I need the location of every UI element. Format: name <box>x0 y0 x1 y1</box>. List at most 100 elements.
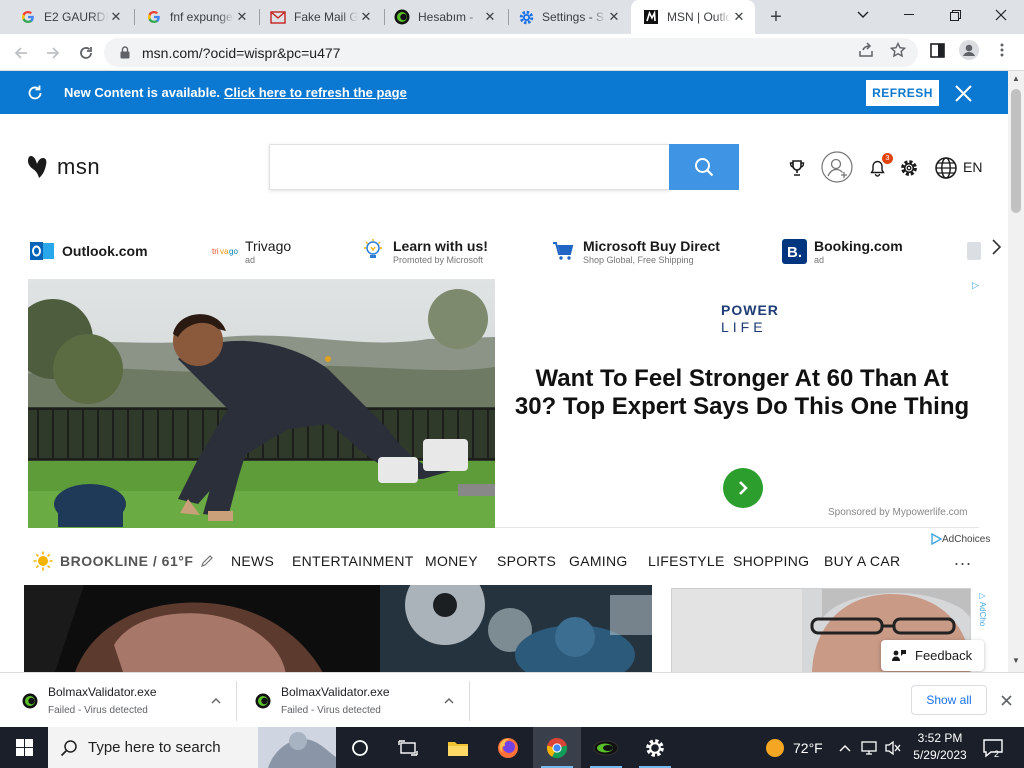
back-arrow-icon[interactable] <box>8 40 34 66</box>
quicklinks-next-chevron-icon[interactable] <box>988 237 1004 257</box>
scroll-down-icon[interactable]: ▼ <box>1012 657 1020 665</box>
adchoices-icon <box>931 533 942 545</box>
quicklink-trivago[interactable]: tri va go Trivago ad <box>212 231 291 271</box>
download-item[interactable]: BolmaxValidator.exe Failed - Virus detec… <box>255 673 457 728</box>
tab-fake-mail[interactable]: Fake Mail Gen ✕ <box>258 0 382 34</box>
windows-start-button[interactable] <box>0 727 48 768</box>
nav-gaming[interactable]: GAMING <box>569 553 628 569</box>
quicklink-sub: Shop Global, Free Shipping <box>583 254 694 265</box>
tab-search-chevron-icon[interactable] <box>840 0 886 30</box>
quicklink-buy-direct[interactable]: Microsoft Buy Direct Shop Global, Free S… <box>550 231 720 271</box>
ad-sponsor[interactable]: Sponsored by Mypowerlife.com <box>828 507 968 518</box>
cortana-icon[interactable] <box>336 727 384 768</box>
logo-text: msn <box>57 154 101 179</box>
tab-hesabim[interactable]: Hesabım - ✕ <box>382 0 506 34</box>
ad-headline[interactable]: Want To Feel Stronger At 60 Than At 30? … <box>512 365 972 421</box>
nav-sports[interactable]: SPORTS <box>497 553 556 569</box>
sign-in-avatar-icon[interactable] <box>821 151 853 183</box>
refresh-button[interactable]: REFRESH <box>866 80 939 106</box>
close-banner-icon[interactable] <box>950 80 976 106</box>
tray-overflow-chevron-icon[interactable] <box>839 727 851 768</box>
feedback-button[interactable]: Feedback <box>881 640 984 671</box>
bolmax-taskbar-icon[interactable] <box>582 727 630 768</box>
tray-temperature: 72°F <box>793 739 823 756</box>
banner-refresh-link[interactable]: Click here to refresh the page <box>224 85 407 100</box>
new-tab-button[interactable]: + <box>764 5 788 29</box>
chevron-up-icon[interactable] <box>441 693 457 709</box>
nav-lifestyle[interactable]: LIFESTYLE <box>648 553 725 569</box>
task-view-icon[interactable] <box>384 727 432 768</box>
lock-icon[interactable] <box>118 46 132 60</box>
adchoices-link[interactable]: AdChoices <box>930 533 990 545</box>
nav-news[interactable]: NEWS <box>231 553 274 569</box>
taskbar-search-placeholder: Type here to search <box>88 739 221 756</box>
search-highlight-illustration <box>258 727 336 768</box>
weather-sun-icon <box>766 738 784 757</box>
quicklink-booking[interactable]: B. Booking.com ad <box>781 231 903 271</box>
weather-tray[interactable]: 72°F <box>765 727 823 768</box>
tab-fnf-expunged[interactable]: fnf expunged ✕ <box>134 0 258 34</box>
share-icon[interactable] <box>856 40 876 60</box>
msn-logo[interactable]: msn <box>27 150 100 184</box>
tab-close-icon[interactable]: ✕ <box>731 9 747 25</box>
action-center-icon[interactable]: 2 <box>980 735 1006 761</box>
tab-settings[interactable]: Settings - S ✕ <box>506 0 630 34</box>
ad-banner[interactable]: ▷ POWER LIFE Want To Feel Stronger At 60… <box>28 279 979 528</box>
globe-icon[interactable] <box>934 156 958 180</box>
language-selector[interactable]: EN <box>963 159 982 175</box>
nav-entertainment[interactable]: ENTERTAINMENT <box>292 553 414 569</box>
kebab-menu-icon[interactable] <box>992 40 1012 60</box>
volume-muted-icon[interactable] <box>884 727 902 768</box>
news-card-image <box>380 585 652 672</box>
minimize-button[interactable] <box>886 0 932 30</box>
close-window-button[interactable] <box>978 0 1024 30</box>
quicklink-sub: Promoted by Microsoft <box>393 254 484 265</box>
pencil-icon[interactable] <box>200 554 214 568</box>
download-item[interactable]: BolmaxValidator.exe Failed - Virus detec… <box>22 673 224 728</box>
nav-shopping[interactable]: SHOPPING <box>733 553 809 569</box>
rewards-trophy-icon[interactable] <box>786 157 808 179</box>
tab-close-icon[interactable]: ✕ <box>606 9 622 25</box>
profile-avatar-icon[interactable] <box>959 40 979 60</box>
weather-widget[interactable]: BROOKLINE / 61°F <box>33 551 214 571</box>
tab-e2-gaurdian[interactable]: E2 GAURDIAN ✕ <box>8 0 132 34</box>
reload-icon[interactable] <box>73 40 99 66</box>
close-shelf-icon[interactable] <box>996 690 1016 710</box>
nav-more-button[interactable]: ... <box>954 549 972 570</box>
search-button[interactable] <box>669 144 739 190</box>
show-all-downloads-button[interactable]: Show all <box>911 685 987 715</box>
scroll-up-icon[interactable]: ▲ <box>1012 75 1020 83</box>
quicklink-label: Microsoft Buy Direct <box>583 237 720 254</box>
tab-close-icon[interactable]: ✕ <box>234 9 250 25</box>
tab-close-icon[interactable]: ✕ <box>108 9 124 25</box>
scrollbar-thumb[interactable] <box>1011 89 1021 213</box>
file-explorer-icon[interactable] <box>434 727 482 768</box>
side-panel-icon[interactable] <box>927 40 947 60</box>
bookmark-star-icon[interactable] <box>888 40 908 60</box>
ad-cta-button[interactable] <box>723 468 763 508</box>
settings-taskbar-icon[interactable] <box>631 727 679 768</box>
quicklink-outlook[interactable]: Outlook.com <box>29 231 148 271</box>
firefox-icon[interactable] <box>484 727 532 768</box>
ad-photo[interactable] <box>28 279 495 528</box>
forward-arrow-icon[interactable] <box>40 40 66 66</box>
page-scrollbar[interactable]: ▲ ▼ <box>1008 71 1024 672</box>
news-card-medium[interactable] <box>380 585 652 672</box>
settings-gear-icon[interactable] <box>899 158 919 178</box>
tab-msn[interactable]: MSN | Outlook ✕ <box>631 0 755 34</box>
quicklink-learn[interactable]: Learn with us! Promoted by Microsoft <box>360 231 488 271</box>
nav-money[interactable]: MONEY <box>425 553 478 569</box>
address-bar[interactable]: msn.com/?ocid=wispr&pc=u477 <box>104 38 918 67</box>
restore-button[interactable] <box>932 0 978 30</box>
network-icon[interactable] <box>861 727 879 768</box>
search-input[interactable] <box>269 144 669 190</box>
tab-close-icon[interactable]: ✕ <box>482 9 498 25</box>
tab-close-icon[interactable]: ✕ <box>358 9 374 25</box>
taskbar-clock[interactable]: 3:52 PM 5/29/2023 <box>908 730 972 764</box>
news-card-large[interactable] <box>24 585 380 672</box>
chevron-up-icon[interactable] <box>208 693 224 709</box>
nav-buy-a-car[interactable]: BUY A CAR <box>824 553 900 569</box>
adchoices-mini-icon[interactable]: ▷ <box>972 280 979 290</box>
taskbar-search-box[interactable]: Type here to search <box>48 727 336 768</box>
chrome-taskbar-icon[interactable] <box>533 727 581 768</box>
